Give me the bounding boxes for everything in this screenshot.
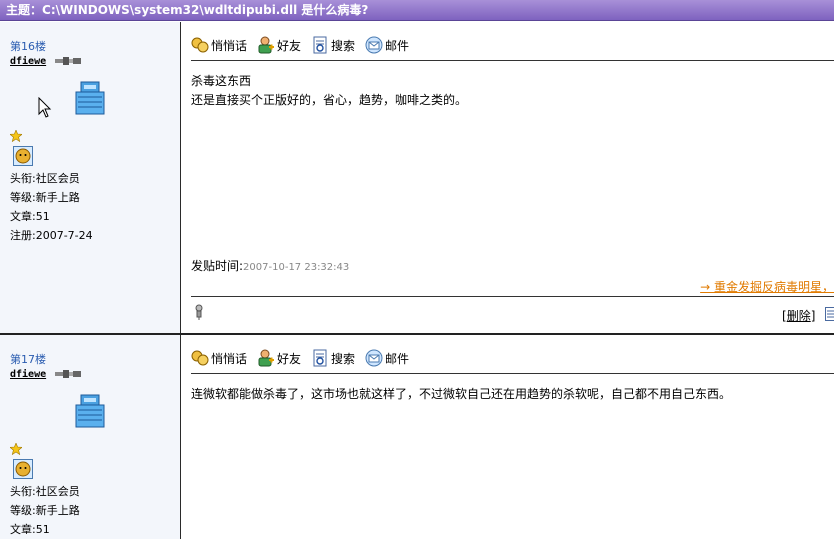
friend-label: 好友 bbox=[277, 351, 302, 366]
friend-button[interactable]: 好友 bbox=[257, 35, 301, 55]
post-text-line: 还是直接买个正版好的，省心，趋势，咖啡之类的。 bbox=[191, 93, 468, 107]
search-button[interactable]: 搜索 bbox=[311, 35, 355, 55]
friend-button[interactable]: 好友 bbox=[257, 348, 301, 368]
post-time-value: 2007-10-17 23:32:43 bbox=[243, 262, 350, 273]
post-toolbar: 悄悄话 好友 搜索 邮件 bbox=[191, 35, 409, 55]
username-link[interactable]: dfiewe bbox=[10, 369, 46, 380]
user-level: 等级:新手上路 bbox=[10, 504, 80, 517]
user-article-count: 文章:51 bbox=[10, 523, 50, 536]
post-text-line: 杀毒这东西 bbox=[191, 74, 252, 88]
add-friend-icon bbox=[258, 349, 275, 367]
whisper-button[interactable]: 悄悄话 bbox=[191, 348, 247, 368]
topic-title-bar: 主题：C:\WINDOWS\system32\wdltdipubi.dll 是什… bbox=[0, 0, 834, 21]
delete-wrapper: [删除] bbox=[782, 309, 816, 323]
post-text-line: 连微软都能做杀毒了，这市场也就这样了，不过微软自己还在用趋势的杀软呢，自己都不用… bbox=[191, 387, 732, 401]
user-avatar[interactable] bbox=[72, 393, 108, 429]
post-toolbar: 悄悄话 好友 搜索 邮件 bbox=[191, 348, 409, 368]
whisper-label: 悄悄话 bbox=[211, 351, 248, 366]
search-button[interactable]: 搜索 bbox=[311, 348, 355, 368]
user-level: 等级:新手上路 bbox=[10, 191, 80, 204]
add-friend-icon bbox=[258, 36, 275, 54]
whisper-icon bbox=[191, 350, 209, 366]
footer-divider bbox=[191, 296, 834, 297]
post-content: 悄悄话 好友 搜索 邮件 杀毒这东西 还是直接买个正版好的，省心，趋势，咖啡之类… bbox=[182, 22, 834, 333]
delete-link[interactable]: 删除 bbox=[787, 309, 811, 323]
mail-icon bbox=[365, 349, 383, 367]
user-register-date: 注册:2007-7-24 bbox=[10, 229, 93, 242]
mail-button[interactable]: 邮件 bbox=[365, 35, 409, 55]
topic-title: C:\WINDOWS\system32\wdltdipubi.dll 是什么病毒… bbox=[42, 3, 369, 17]
online-status-icon bbox=[55, 57, 81, 65]
level-badge-icon bbox=[13, 146, 33, 166]
post-16: 第16楼 dfiewe 头衔:社区会员 等级:新手上路 文章:51 注册:200… bbox=[0, 22, 834, 335]
whisper-icon bbox=[191, 37, 209, 53]
post-time: 发贴时间:2007-10-17 23:32:43 bbox=[191, 257, 349, 274]
username-link[interactable]: dfiewe bbox=[10, 56, 46, 67]
post-body: 连微软都能做杀毒了，这市场也就这样了，不过微软自己还在用趋势的杀软呢，自己都不用… bbox=[191, 385, 731, 404]
mouse-cursor-icon bbox=[38, 97, 52, 118]
user-sidebar: 第17楼 dfiewe 头衔:社区会员 等级:新手上路 文章:51 bbox=[0, 335, 181, 539]
ip-pin-icon[interactable] bbox=[194, 304, 204, 320]
user-title: 头衔:社区会员 bbox=[10, 172, 80, 185]
toolbar-divider bbox=[191, 373, 834, 374]
floor-number[interactable]: 第17楼 bbox=[10, 351, 46, 367]
document-icon[interactable] bbox=[825, 307, 834, 321]
level-badge-icon bbox=[13, 459, 33, 479]
post-17: 第17楼 dfiewe 头衔:社区会员 等级:新手上路 文章:51 悄悄话 好友… bbox=[0, 335, 834, 539]
friend-label: 好友 bbox=[277, 38, 302, 53]
mail-label: 邮件 bbox=[385, 38, 410, 53]
post-body: 杀毒这东西 还是直接买个正版好的，省心，趋势，咖啡之类的。 bbox=[191, 72, 467, 110]
rank-star-icon bbox=[10, 443, 22, 455]
mail-label: 邮件 bbox=[385, 351, 410, 366]
whisper-label: 悄悄话 bbox=[211, 38, 248, 53]
topic-label: 主题： bbox=[6, 3, 43, 17]
user-avatar[interactable] bbox=[72, 80, 108, 116]
post-time-label: 发贴时间: bbox=[191, 259, 244, 273]
floor-number[interactable]: 第16楼 bbox=[10, 38, 46, 54]
mail-button[interactable]: 邮件 bbox=[365, 348, 409, 368]
user-title: 头衔:社区会员 bbox=[10, 485, 80, 498]
mail-icon bbox=[365, 36, 383, 54]
search-label: 搜索 bbox=[331, 38, 356, 53]
search-label: 搜索 bbox=[331, 351, 356, 366]
user-article-count: 文章:51 bbox=[10, 210, 50, 223]
whisper-button[interactable]: 悄悄话 bbox=[191, 35, 247, 55]
search-icon bbox=[313, 349, 327, 367]
post-content: 悄悄话 好友 搜索 邮件 连微软都能做杀毒了，这市场也就这样了，不过微软自己还在… bbox=[182, 335, 834, 539]
toolbar-divider bbox=[191, 60, 834, 61]
rank-star-icon bbox=[10, 130, 22, 142]
online-status-icon bbox=[55, 370, 81, 378]
signature-link[interactable]: → 重金发掘反病毒明星， bbox=[700, 278, 834, 295]
user-sidebar: 第16楼 dfiewe 头衔:社区会员 等级:新手上路 文章:51 注册:200… bbox=[0, 22, 181, 333]
search-icon bbox=[313, 36, 327, 54]
